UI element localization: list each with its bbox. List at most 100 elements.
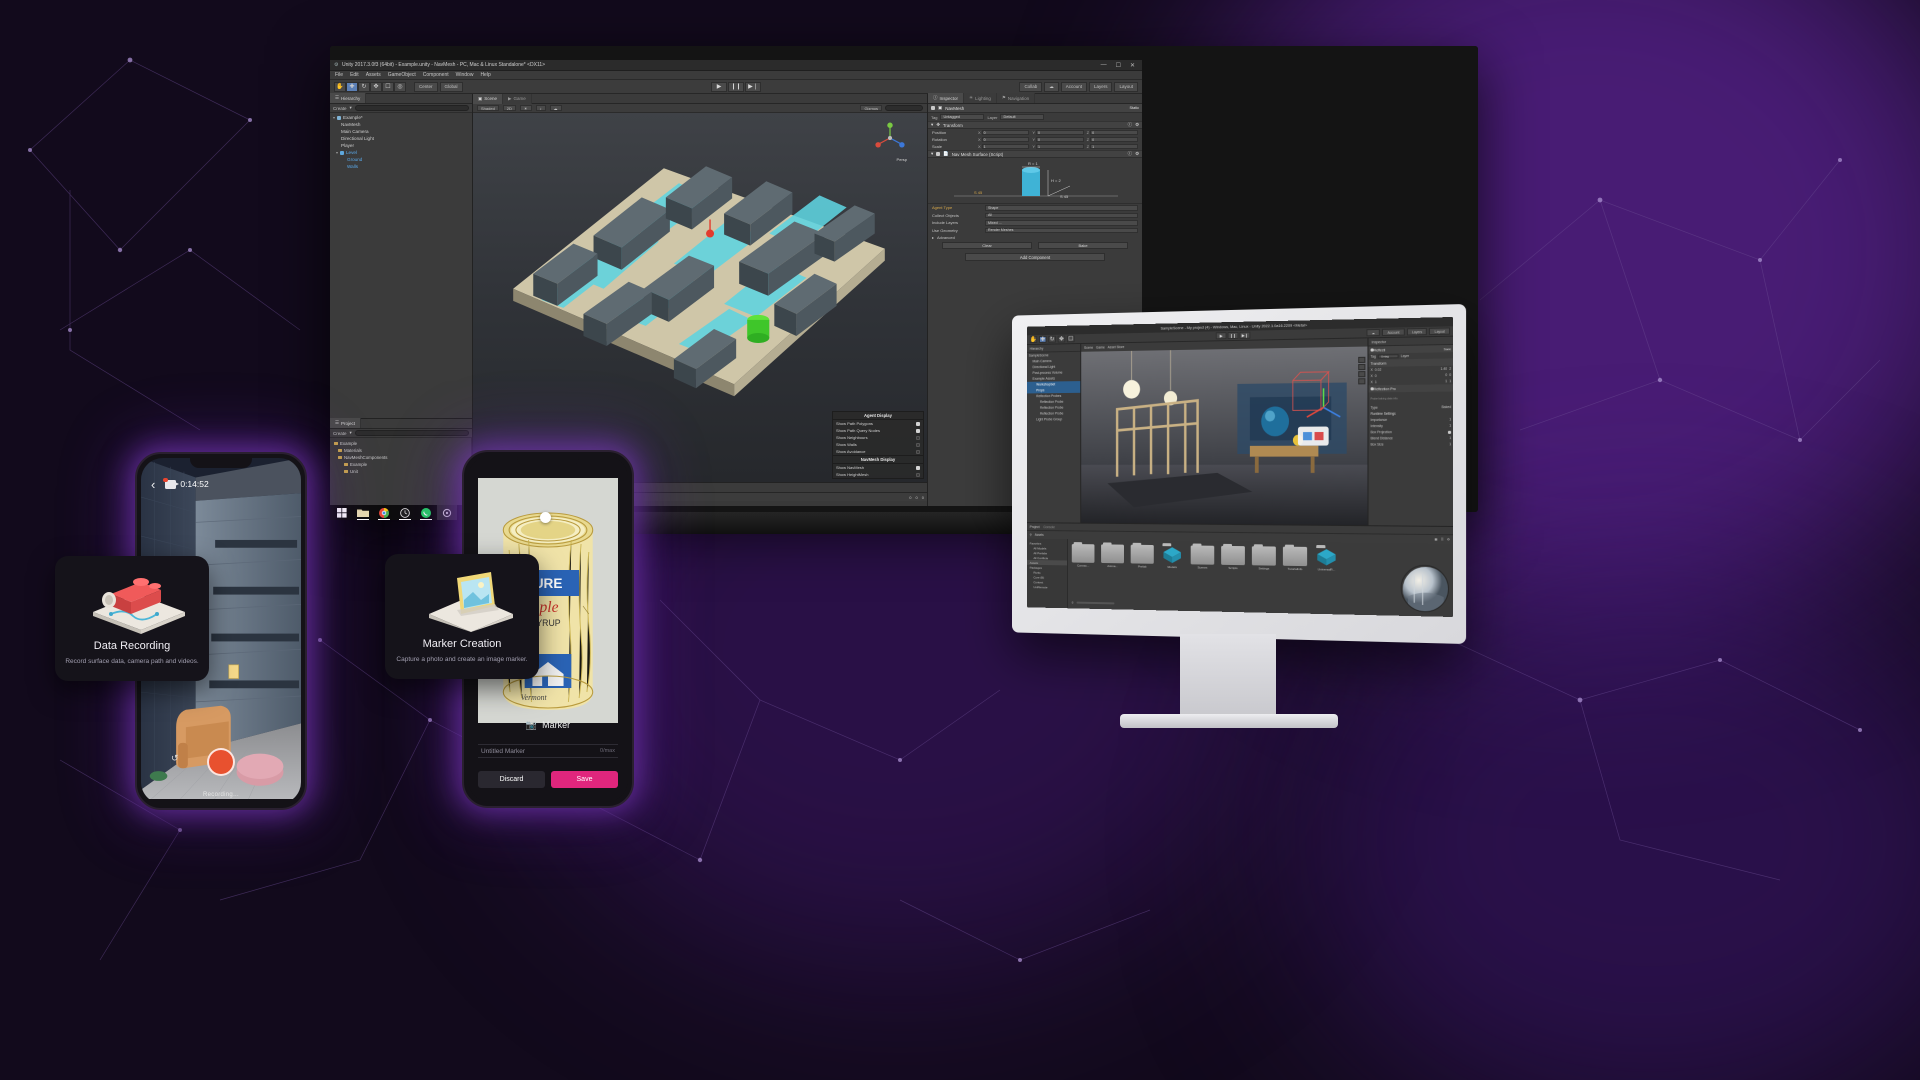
clock-icon[interactable] [395,505,415,520]
static-toggle-label[interactable]: Static [1444,347,1451,351]
prop-value[interactable]: 1 [1449,417,1451,421]
scene-view[interactable]: Persp Agent Display Show Path Polygons S… [473,113,927,482]
audio-toggle[interactable]: ♪ [535,105,546,111]
asset-item[interactable]: Models [1160,545,1185,569]
agent-display-row[interactable]: Show Path Query Nodes [833,427,923,434]
tab-project[interactable]: ☰ Project [330,418,362,428]
project-create-button[interactable]: Create [333,431,347,436]
inspector-object-header[interactable]: ▣ NavMesh Static [928,104,1142,113]
project-panel[interactable]: ☰ Project Create ▾ Example Materials Nav… [330,418,472,506]
rotate-tool-icon[interactable]: ↻ [358,81,370,92]
play-button[interactable]: ▶ [1215,332,1227,340]
step-button[interactable]: ▶❘ [745,81,761,92]
agent-display-overlay[interactable]: Agent Display Show Path Polygons Show Pa… [832,411,924,479]
layers-dropdown[interactable]: Layers [1088,81,1113,92]
tab-inspector[interactable]: ⓘ Inspector [928,93,965,103]
unity-2022-inspector[interactable]: Inspector Reflecti Static Tag Untag Laye… [1367,336,1454,526]
checkbox-unchecked-icon[interactable] [916,442,920,447]
project-item[interactable]: Unit [330,468,471,475]
project-item[interactable]: Example [330,461,471,468]
scene-gizmo-rotate-icon[interactable] [1358,363,1366,371]
rect-tool-icon[interactable]: ☐ [1067,335,1075,343]
scene-viewport[interactable] [1081,346,1368,526]
hierarchy-tree[interactable]: ▾ Example* NavMesh Main Camera Direction… [330,113,472,418]
include-layers-dropdown[interactable]: Mixed ... [985,220,1138,226]
component-enabled-checkbox[interactable] [936,152,941,156]
agent-display-row[interactable]: Show Neighbours [833,434,923,441]
advanced-foldout[interactable]: ▸ Advanced [928,234,1142,242]
use-geometry-dropdown[interactable]: Render Meshes [985,227,1138,233]
windows-start-icon[interactable] [332,505,352,520]
checkbox-checked-icon[interactable] [916,428,920,433]
scale-x-value[interactable]: 1 [1375,379,1443,384]
hierarchy-tab-label[interactable]: Hierarchy [1030,346,1044,350]
hand-tool-icon[interactable]: ✋ [1029,336,1038,344]
asset-item[interactable]: Settings [1251,546,1277,571]
file-explorer-icon[interactable] [353,505,373,520]
position-z-value[interactable]: 2 [1449,367,1451,371]
account-button[interactable]: Account [1382,328,1405,337]
scale-y-input[interactable]: 1 [1036,143,1084,150]
lighting-toggle[interactable]: ☀ [519,105,532,111]
box-projection-checkbox[interactable] [1447,430,1452,434]
settings-icon[interactable] [437,505,457,520]
pause-button[interactable]: ❙❙ [728,81,744,92]
asset-zoom-slider[interactable] [1076,601,1115,605]
hierarchy-item[interactable]: ▾ Example* [330,114,472,121]
tag-dropdown[interactable]: Untag [1377,353,1399,359]
agent-display-row[interactable]: Show Walls [833,441,923,448]
move-tool-icon[interactable]: ✚ [346,81,358,92]
hierarchy-create-button[interactable]: Create [333,106,347,111]
recording-top-bar[interactable]: ‹ 0:14:52 [141,476,301,492]
object-name-field[interactable]: Reflecti [1374,348,1386,352]
hierarchy-item[interactable]: Light Probe Group [1027,416,1080,422]
menu-help[interactable]: Help [480,72,490,78]
navmesh-display-row[interactable]: Show NavMesh [833,464,923,471]
scale-z-input[interactable]: 1 [1090,143,1138,150]
object-enabled-checkbox[interactable] [931,106,935,110]
hierarchy-search-input[interactable] [354,105,469,111]
expand-arrow-icon[interactable]: ▾ [931,122,933,128]
prop-value[interactable]: 1 [1449,436,1451,440]
project-sidebar[interactable]: Favorites All Models All Prefabs All Con… [1026,538,1069,609]
asset-item[interactable]: Connec... [1071,544,1096,568]
tag-dropdown[interactable]: Untagged [940,114,985,120]
hierarchy-item[interactable]: ▾ Level [330,149,472,156]
asset-item[interactable]: Prefab [1130,544,1155,569]
pivot-mode-toggle[interactable]: Center [414,81,438,92]
cloud-button[interactable]: ☁ [1044,81,1059,92]
rotation-y-input[interactable]: 0 [1036,136,1084,143]
layout-dropdown[interactable]: Layout [1114,81,1138,92]
tab-lighting[interactable]: ☀ Lighting [964,93,997,103]
unity-2022-playback[interactable]: ▶ ❙❙ ▶❙ [1215,331,1251,340]
static-toggle-label[interactable]: Static [1130,106,1140,110]
component-menu-icon[interactable]: ⚙ [1135,151,1139,157]
scene-gizmo-move-icon[interactable] [1358,356,1366,364]
tab-asset-store[interactable]: Asset Store [1108,345,1125,349]
position-y-value[interactable]: 1.40 [1441,367,1448,371]
inspector-tab-label[interactable]: Inspector [1372,340,1386,344]
marker-toolbar[interactable]: 📷 Marker [468,714,628,736]
marker-handle-top[interactable] [540,512,551,523]
asset-item[interactable]: UniversalR... [1313,547,1340,572]
menu-window[interactable]: Window [456,72,474,78]
checkbox-checked-icon[interactable] [916,465,920,470]
collect-objects-dropdown[interactable]: All [985,212,1138,218]
maximize-button[interactable]: ☐ [1116,62,1121,69]
expand-arrow-icon[interactable]: ▸ [932,235,934,240]
gizmos-dropdown[interactable]: Gizmos [860,105,882,111]
chevron-left-icon[interactable]: ‹ [151,477,155,492]
marker-name-input[interactable]: Untitled Marker 0/max [478,744,618,758]
scale-y-value[interactable]: 1 [1445,379,1447,383]
type-dropdown[interactable]: Baked [1442,405,1452,409]
project-assets-grid[interactable]: Connec... Anima... Prefab Models Scenes … [1068,539,1453,617]
position-y-input[interactable]: 0 [1036,129,1084,136]
menu-gameobject[interactable]: GameObject [388,72,416,78]
main-toolbar[interactable]: ✋ ✚ ↻ ✥ ☐ ◎ Center Global ▶ ❙❙ ▶❘ Collab… [330,80,1142,94]
view-list-icon[interactable]: ☰ [1441,537,1444,541]
search-icon[interactable]: ⚲ [1030,533,1032,537]
rotation-z-input[interactable]: 0 [1090,136,1138,143]
menu-edit[interactable]: Edit [350,72,359,78]
close-button[interactable]: ✕ [1130,62,1135,69]
checkbox-unchecked-icon[interactable] [916,449,920,454]
